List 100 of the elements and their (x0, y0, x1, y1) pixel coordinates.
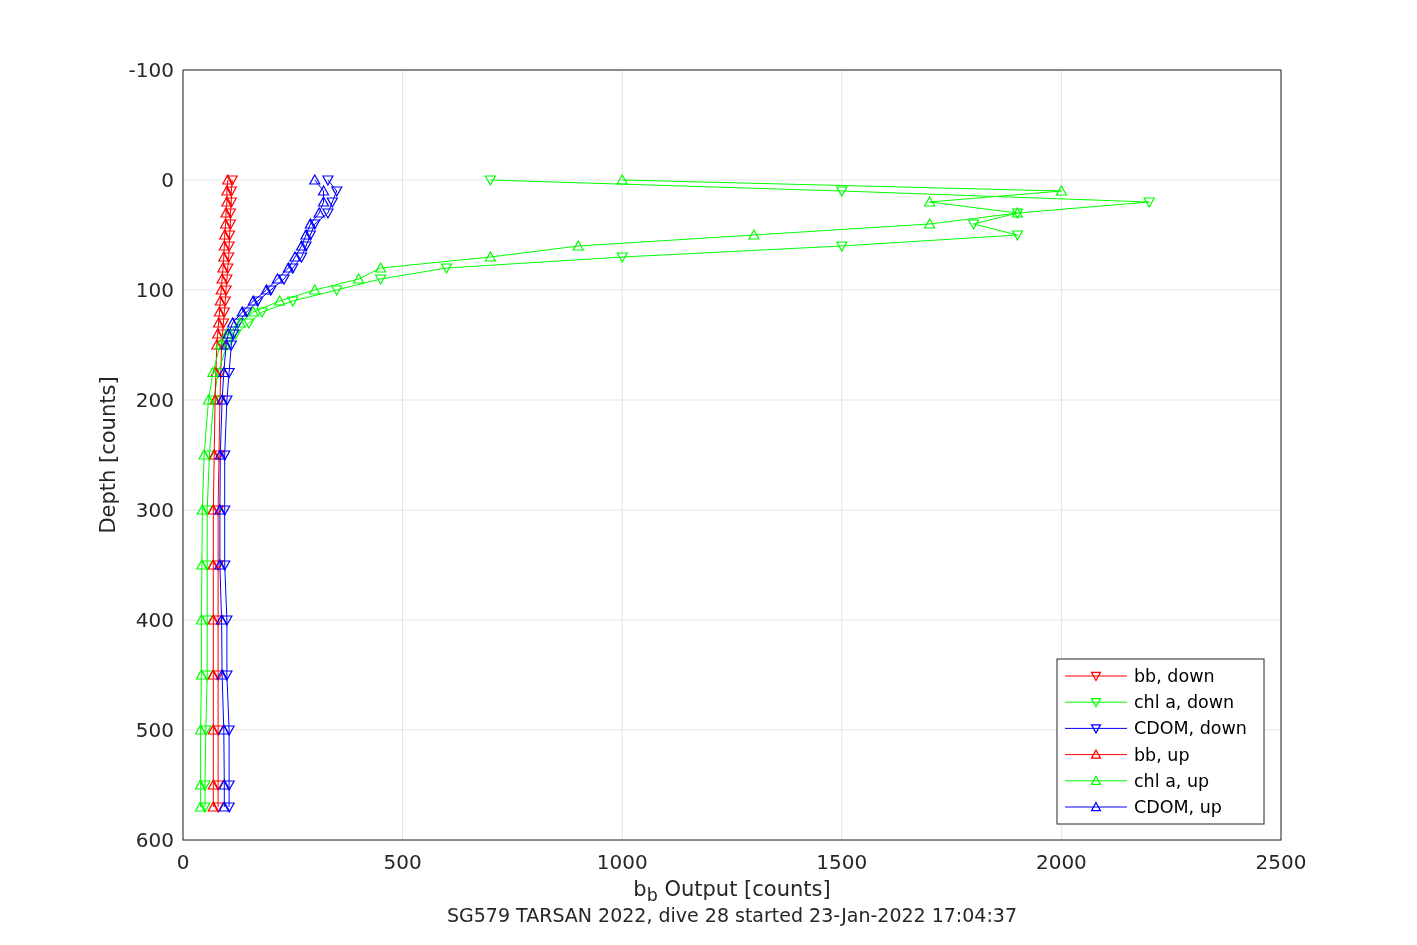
data-point (317, 195, 330, 207)
data-point (223, 725, 236, 737)
data-point (195, 613, 208, 625)
data-point (374, 274, 387, 286)
data-point (222, 252, 235, 264)
legend-symbol-icon (1064, 698, 1128, 708)
data-point (923, 217, 936, 229)
legend-symbol-icon (1064, 724, 1128, 735)
data-point (220, 615, 233, 627)
data-point (214, 294, 227, 306)
data-point (321, 208, 334, 220)
data-point (195, 558, 208, 570)
legend-symbol-icon (1064, 671, 1128, 682)
data-point (218, 307, 231, 319)
data-point (224, 208, 237, 220)
data-point (218, 505, 231, 517)
data-point (198, 448, 211, 460)
data-point (321, 175, 334, 187)
data-point (220, 195, 233, 207)
data-point (330, 285, 343, 297)
data-point (218, 800, 231, 812)
y-tick-label: 200 (135, 388, 174, 412)
data-point (212, 725, 225, 737)
legend-label: chl a, up (1134, 770, 1210, 791)
data-point (217, 723, 230, 735)
data-point (317, 184, 330, 196)
data-point (330, 186, 343, 198)
legend-label: bb, up (1134, 744, 1190, 765)
y-tick-label: 600 (135, 828, 174, 852)
data-point (199, 725, 212, 737)
data-point (295, 252, 308, 264)
data-point (273, 294, 286, 306)
data-point (308, 173, 321, 185)
data-point (271, 272, 284, 284)
y-tick-label: 0 (161, 168, 174, 192)
legend-symbol-icon (1064, 748, 1128, 759)
data-point (198, 802, 211, 814)
data-point (220, 184, 233, 196)
data-point (308, 219, 321, 231)
data-point (207, 800, 220, 812)
data-point (247, 294, 260, 306)
data-point (313, 206, 326, 218)
x-tick-label: 0 (176, 850, 190, 874)
data-point (289, 250, 301, 262)
x-axis-label: b$_{b}$ Output [counts] (633, 878, 831, 906)
y-axis-label: Depth [counts] (96, 376, 120, 534)
data-point (1143, 197, 1156, 209)
data-point (1055, 184, 1068, 196)
data-point (201, 560, 214, 572)
data-point (216, 668, 229, 680)
data-point (264, 285, 277, 297)
data-point (194, 778, 207, 790)
data-point (352, 272, 365, 284)
data-point (207, 503, 220, 515)
data-point (202, 393, 215, 405)
data-point (304, 217, 317, 229)
data-point (923, 195, 936, 207)
data-point (308, 283, 321, 295)
data-point (1011, 230, 1024, 242)
data-point (210, 338, 223, 350)
y-tick-label: 300 (135, 498, 174, 522)
data-point (218, 450, 231, 462)
data-point (216, 272, 229, 284)
x-tick-label: 2000 (1035, 850, 1087, 874)
data-point (219, 217, 232, 229)
chart-title: SG579 TARSAN 2022, dive 28 started 23-Jan-2022 17:04:37 (446, 905, 1017, 927)
data-point (374, 261, 387, 273)
data-point (207, 723, 220, 735)
data-point (572, 239, 585, 251)
x-tick-label: 500 (383, 850, 422, 874)
data-point (212, 802, 225, 814)
data-point (747, 228, 760, 240)
data-point (217, 250, 230, 262)
data-point (282, 261, 295, 273)
data-point (225, 186, 238, 198)
y-tick-label: 100 (135, 278, 174, 302)
data-point (208, 448, 221, 460)
y-tick-label: 500 (135, 718, 174, 742)
data-point (218, 560, 231, 572)
data-point (967, 219, 980, 231)
data-point (223, 367, 236, 379)
data-point (215, 283, 228, 295)
data-point (207, 778, 220, 790)
data-point (211, 327, 224, 339)
legend-label: chl a, down (1134, 692, 1235, 713)
data-point (213, 305, 226, 317)
data-point (242, 318, 255, 330)
data-point (218, 239, 231, 251)
data-point (201, 505, 214, 517)
data-point (220, 206, 233, 218)
x-tick-label: 1500 (816, 850, 868, 874)
data-point (201, 670, 214, 682)
data-point (219, 296, 232, 308)
data-point (223, 802, 236, 814)
data-point (223, 780, 236, 792)
data-point (225, 197, 238, 209)
data-point (226, 175, 239, 187)
legend-symbol-icon (1064, 775, 1128, 785)
data-point (207, 558, 220, 570)
x-tick-label: 2500 (1255, 850, 1307, 874)
